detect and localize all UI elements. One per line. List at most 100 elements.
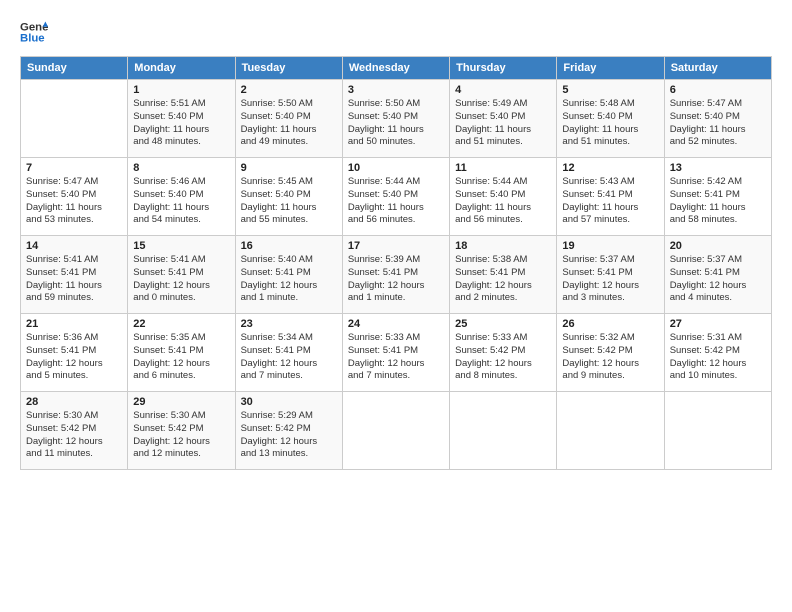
calendar-cell: 11 Sunrise: 5:44 AM Sunset: 5:40 PM Dayli… [450,158,557,236]
day-number: 12 [562,162,658,174]
calendar-cell: 5 Sunrise: 5:48 AM Sunset: 5:40 PM Daylig… [557,80,664,158]
day-number: 24 [348,318,444,330]
calendar-cell: 22 Sunrise: 5:35 AM Sunset: 5:41 PM Dayli… [128,314,235,392]
day-info: Sunrise: 5:44 AM Sunset: 5:40 PM Dayligh… [455,176,551,227]
week-row-1: 1Sunrise: 5:51 AM Sunset: 5:40 PM Daylig… [21,80,772,158]
day-number: 15 [133,240,229,252]
day-info: Sunrise: 5:33 AM Sunset: 5:41 PM Dayligh… [348,332,444,383]
day-number: 20 [670,240,766,252]
day-number: 7 [26,162,122,174]
calendar-cell: 28 Sunrise: 5:30 AM Sunset: 5:42 PM Dayli… [21,392,128,470]
weekday-header-sunday: Sunday [21,57,128,80]
day-info: Sunrise: 5:29 AM Sunset: 5:42 PM Dayligh… [241,410,337,461]
day-info: Sunrise: 5:31 AM Sunset: 5:42 PM Dayligh… [670,332,766,383]
calendar-cell: 16 Sunrise: 5:40 AM Sunset: 5:41 PM Dayli… [235,236,342,314]
logo: General Blue [20,18,48,46]
day-info: Sunrise: 5:30 AM Sunset: 5:42 PM Dayligh… [133,410,229,461]
day-info: Sunrise: 5:38 AM Sunset: 5:41 PM Dayligh… [455,254,551,305]
day-number: 23 [241,318,337,330]
svg-text:Blue: Blue [20,33,45,45]
logo-icon: General Blue [20,18,48,46]
day-info: Sunrise: 5:34 AM Sunset: 5:41 PM Dayligh… [241,332,337,383]
calendar-cell: 6 Sunrise: 5:47 AM Sunset: 5:40 PM Daylig… [664,80,771,158]
calendar-cell: 10Sunrise: 5:44 AM Sunset: 5:40 PM Dayli… [342,158,449,236]
calendar-cell: 26 Sunrise: 5:32 AM Sunset: 5:42 PM Dayli… [557,314,664,392]
calendar-cell: 18 Sunrise: 5:38 AM Sunset: 5:41 PM Dayli… [450,236,557,314]
calendar-cell: 7Sunrise: 5:47 AM Sunset: 5:40 PM Daylig… [21,158,128,236]
day-number: 18 [455,240,551,252]
calendar-cell [557,392,664,470]
day-info: Sunrise: 5:39 AM Sunset: 5:41 PM Dayligh… [348,254,444,305]
calendar-cell: 20Sunrise: 5:37 AM Sunset: 5:41 PM Dayli… [664,236,771,314]
day-number: 9 [241,162,337,174]
day-info: Sunrise: 5:40 AM Sunset: 5:41 PM Dayligh… [241,254,337,305]
day-number: 22 [133,318,229,330]
calendar-cell [450,392,557,470]
calendar-cell: 12 Sunrise: 5:43 AM Sunset: 5:41 PM Dayli… [557,158,664,236]
weekday-header-monday: Monday [128,57,235,80]
day-number: 6 [670,84,766,96]
calendar-cell: 23 Sunrise: 5:34 AM Sunset: 5:41 PM Dayli… [235,314,342,392]
day-info: Sunrise: 5:41 AM Sunset: 5:41 PM Dayligh… [133,254,229,305]
day-number: 3 [348,84,444,96]
day-number: 8 [133,162,229,174]
calendar-cell: 29 Sunrise: 5:30 AM Sunset: 5:42 PM Dayli… [128,392,235,470]
day-number: 16 [241,240,337,252]
calendar-cell: 4 Sunrise: 5:49 AM Sunset: 5:40 PM Daylig… [450,80,557,158]
page: General Blue SundayMondayTuesdayWednesda… [0,0,792,612]
calendar-cell: 25Sunrise: 5:33 AM Sunset: 5:42 PM Dayli… [450,314,557,392]
day-info: Sunrise: 5:36 AM Sunset: 5:41 PM Dayligh… [26,332,122,383]
day-info: Sunrise: 5:49 AM Sunset: 5:40 PM Dayligh… [455,98,551,149]
weekday-header-thursday: Thursday [450,57,557,80]
calendar-cell [21,80,128,158]
day-info: Sunrise: 5:37 AM Sunset: 5:41 PM Dayligh… [562,254,658,305]
calendar-cell: 9 Sunrise: 5:45 AM Sunset: 5:40 PM Daylig… [235,158,342,236]
calendar-cell: 8Sunrise: 5:46 AM Sunset: 5:40 PM Daylig… [128,158,235,236]
day-number: 2 [241,84,337,96]
calendar-cell: 19Sunrise: 5:37 AM Sunset: 5:41 PM Dayli… [557,236,664,314]
calendar-cell: 21 Sunrise: 5:36 AM Sunset: 5:41 PM Dayli… [21,314,128,392]
day-number: 29 [133,396,229,408]
calendar-cell: 17Sunrise: 5:39 AM Sunset: 5:41 PM Dayli… [342,236,449,314]
day-number: 26 [562,318,658,330]
day-info: Sunrise: 5:50 AM Sunset: 5:40 PM Dayligh… [348,98,444,149]
calendar-cell: 27 Sunrise: 5:31 AM Sunset: 5:42 PM Dayli… [664,314,771,392]
day-number: 14 [26,240,122,252]
calendar-cell: 1Sunrise: 5:51 AM Sunset: 5:40 PM Daylig… [128,80,235,158]
calendar-cell: 24 Sunrise: 5:33 AM Sunset: 5:41 PM Dayli… [342,314,449,392]
day-info: Sunrise: 5:48 AM Sunset: 5:40 PM Dayligh… [562,98,658,149]
calendar-cell [664,392,771,470]
day-number: 21 [26,318,122,330]
day-number: 5 [562,84,658,96]
day-info: Sunrise: 5:30 AM Sunset: 5:42 PM Dayligh… [26,410,122,461]
calendar-cell [342,392,449,470]
svg-text:General: General [20,21,48,33]
weekday-header-friday: Friday [557,57,664,80]
day-info: Sunrise: 5:50 AM Sunset: 5:40 PM Dayligh… [241,98,337,149]
day-info: Sunrise: 5:51 AM Sunset: 5:40 PM Dayligh… [133,98,229,149]
day-info: Sunrise: 5:47 AM Sunset: 5:40 PM Dayligh… [670,98,766,149]
day-info: Sunrise: 5:32 AM Sunset: 5:42 PM Dayligh… [562,332,658,383]
day-number: 4 [455,84,551,96]
calendar-cell: 30 Sunrise: 5:29 AM Sunset: 5:42 PM Dayli… [235,392,342,470]
weekday-header-tuesday: Tuesday [235,57,342,80]
day-number: 25 [455,318,551,330]
day-info: Sunrise: 5:35 AM Sunset: 5:41 PM Dayligh… [133,332,229,383]
day-info: Sunrise: 5:45 AM Sunset: 5:40 PM Dayligh… [241,176,337,227]
day-number: 13 [670,162,766,174]
day-number: 11 [455,162,551,174]
weekday-header-saturday: Saturday [664,57,771,80]
day-info: Sunrise: 5:43 AM Sunset: 5:41 PM Dayligh… [562,176,658,227]
day-number: 10 [348,162,444,174]
calendar-table: SundayMondayTuesdayWednesdayThursdayFrid… [20,56,772,470]
header: General Blue [20,18,772,46]
day-info: Sunrise: 5:42 AM Sunset: 5:41 PM Dayligh… [670,176,766,227]
calendar-cell: 13 Sunrise: 5:42 AM Sunset: 5:41 PM Dayli… [664,158,771,236]
day-info: Sunrise: 5:41 AM Sunset: 5:41 PM Dayligh… [26,254,122,305]
calendar-cell: 14 Sunrise: 5:41 AM Sunset: 5:41 PM Dayli… [21,236,128,314]
day-number: 28 [26,396,122,408]
weekday-header-row: SundayMondayTuesdayWednesdayThursdayFrid… [21,57,772,80]
week-row-4: 21 Sunrise: 5:36 AM Sunset: 5:41 PM Dayli… [21,314,772,392]
day-number: 27 [670,318,766,330]
day-number: 30 [241,396,337,408]
